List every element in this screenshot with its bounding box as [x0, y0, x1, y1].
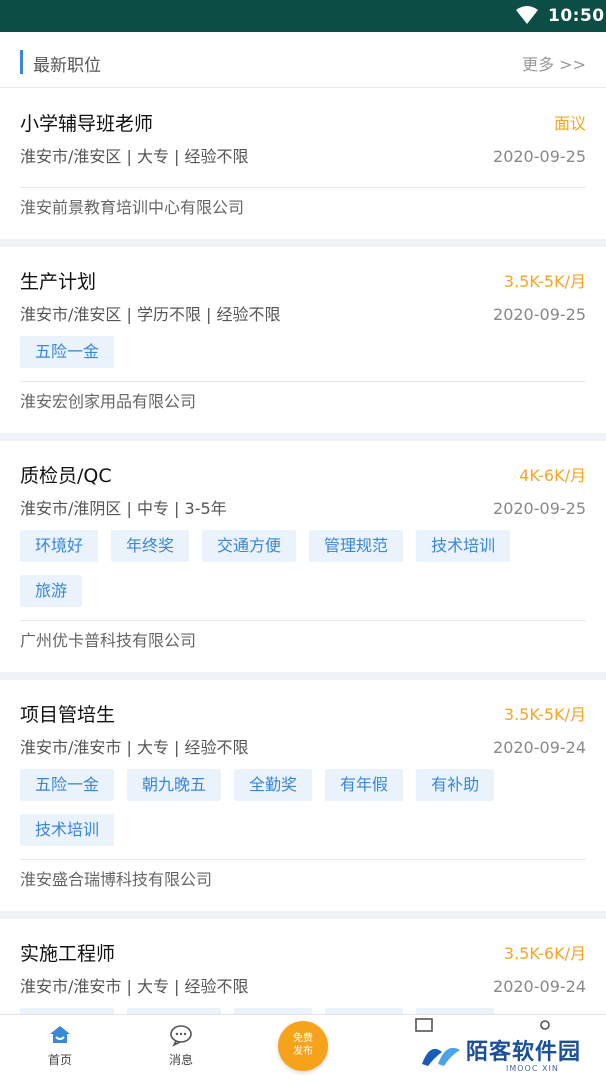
section-header: 最新职位 更多 >> — [0, 32, 606, 88]
watermark: 陌客软件园 IMOOC XIN — [420, 1030, 606, 1076]
company-name: 淮安宏创家用品有限公司 — [20, 392, 197, 411]
watermark-logo-icon — [422, 1047, 460, 1066]
job-tag: 朝九晚五 — [127, 769, 222, 801]
job-date: 2020-09-25 — [493, 305, 586, 324]
tab-messages-label: 消息 — [168, 1053, 193, 1067]
job-tags: 五险一金 朝九晚五 全勤奖 有年假 有补助 技术培训 — [20, 769, 586, 859]
job-card[interactable]: 小学辅导班老师 面议 淮安市/淮安区 | 大专 | 经验不限 2020-09-2… — [0, 112, 606, 239]
section-title: 最新职位 — [33, 56, 101, 76]
card-divider — [0, 672, 606, 680]
home-icon — [50, 1026, 70, 1043]
card-divider — [0, 433, 606, 441]
job-tag: 旅游 — [20, 575, 83, 607]
job-title: 小学辅导班老师 — [20, 113, 154, 135]
job-tag: 技术培训 — [20, 814, 115, 846]
job-salary: 面议 — [553, 114, 586, 133]
job-tag: 年终奖 — [111, 530, 190, 562]
job-title: 生产计划 — [20, 271, 97, 293]
job-list: 小学辅导班老师 面议 淮安市/淮安区 | 大专 | 经验不限 2020-09-2… — [0, 89, 606, 1053]
job-tag: 全勤奖 — [234, 769, 313, 801]
job-date: 2020-09-24 — [493, 738, 586, 757]
company-name: 淮安盛合瑞博科技有限公司 — [20, 870, 213, 889]
job-meta: 淮安市/淮安市 | 大专 | 经验不限 — [20, 738, 249, 757]
status-time: 10:50 — [548, 6, 605, 26]
job-salary: 3.5K-5K/月 — [503, 272, 586, 291]
tab-home-label: 首页 — [47, 1053, 72, 1067]
free-publish-button[interactable]: 免费 发布 — [278, 1021, 328, 1071]
section-accent-bar — [20, 50, 23, 74]
more-link[interactable]: 更多 >> — [522, 51, 586, 75]
job-tags: 五险一金 — [20, 336, 586, 381]
chat-icon — [170, 1025, 192, 1047]
job-tag: 有补助 — [416, 769, 495, 801]
job-date: 2020-09-25 — [493, 147, 586, 166]
publish-label-line2: 发布 — [293, 1046, 313, 1057]
job-card[interactable]: 生产计划 3.5K-5K/月 淮安市/淮安区 | 学历不限 | 经验不限 202… — [0, 270, 606, 433]
job-title: 项目管培生 — [20, 704, 116, 726]
company-name: 淮安前景教育培训中心有限公司 — [20, 198, 245, 217]
job-tag: 五险一金 — [20, 336, 115, 368]
job-tags: 环境好 年终奖 交通方便 管理规范 技术培训 旅游 — [20, 530, 586, 620]
job-tag: 技术培训 — [416, 530, 511, 562]
job-tag: 环境好 — [20, 530, 99, 562]
card-divider — [0, 239, 606, 247]
job-tag: 交通方便 — [202, 530, 297, 562]
company-name: 广州优卡普科技有限公司 — [20, 631, 197, 650]
job-salary: 4K-6K/月 — [519, 466, 586, 485]
job-title: 质检员/QC — [20, 465, 112, 487]
watermark-text: 陌客软件园 — [466, 1039, 582, 1065]
job-meta: 淮安市/淮安区 | 学历不限 | 经验不限 — [20, 305, 281, 324]
job-meta: 淮安市/淮阴区 | 中专 | 3-5年 — [20, 499, 227, 518]
job-meta: 淮安市/淮安市 | 大专 | 经验不限 — [20, 977, 249, 996]
tab-messages[interactable]: 消息 — [131, 1015, 231, 1080]
job-meta: 淮安市/淮安区 | 大专 | 经验不限 — [20, 147, 249, 166]
job-date: 2020-09-24 — [493, 977, 586, 996]
watermark-sub: IMOOC XIN — [506, 1064, 559, 1073]
tab-home[interactable]: 首页 — [10, 1015, 110, 1080]
job-tag: 管理规范 — [309, 530, 404, 562]
card-divider — [0, 911, 606, 919]
job-salary: 3.5K-5K/月 — [503, 705, 586, 724]
job-card[interactable]: 项目管培生 3.5K-5K/月 淮安市/淮安市 | 大专 | 经验不限 2020… — [0, 703, 606, 911]
wifi-icon — [516, 6, 538, 24]
job-date: 2020-09-25 — [493, 499, 586, 518]
status-bar: 10:50 — [0, 0, 606, 32]
job-title: 实施工程师 — [20, 943, 116, 965]
publish-label-line1: 免费 — [293, 1033, 313, 1044]
job-tag: 有年假 — [325, 769, 404, 801]
job-salary: 3.5K-6K/月 — [503, 944, 586, 963]
job-tag: 五险一金 — [20, 769, 115, 801]
job-card[interactable]: 质检员/QC 4K-6K/月 淮安市/淮阴区 | 中专 | 3-5年 2020-… — [0, 464, 606, 672]
